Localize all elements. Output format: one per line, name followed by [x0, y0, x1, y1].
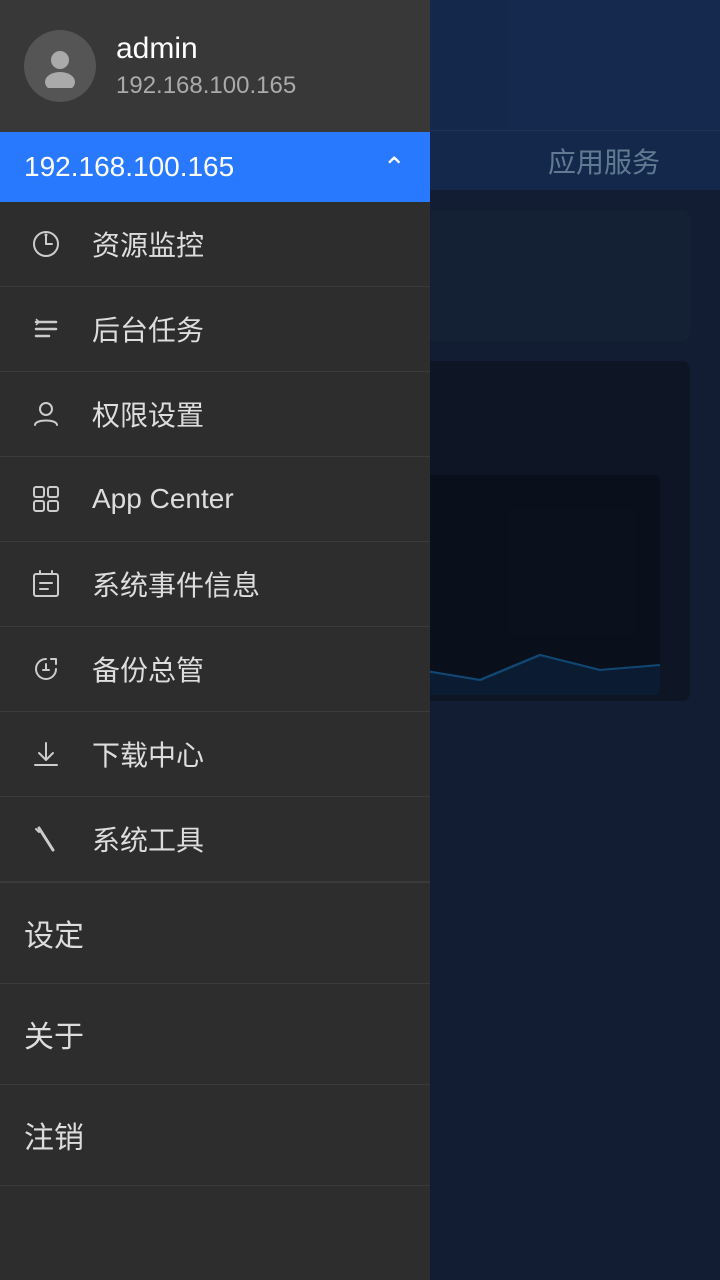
- sidebar-item-background-tasks-label: 后台任务: [92, 309, 204, 349]
- sidebar-item-system-tools[interactable]: 系统工具: [0, 797, 430, 882]
- sidebar-item-resource-monitor-label: 资源监控: [92, 224, 204, 264]
- backup-icon: [24, 647, 68, 691]
- server-ip-label: 192.168.100.165: [24, 151, 234, 183]
- sidebar-item-settings[interactable]: 设定: [0, 883, 430, 984]
- download-icon: [24, 732, 68, 776]
- apps-icon: [24, 477, 68, 521]
- sidebar-item-backup-label: 备份总管: [92, 649, 204, 689]
- sidebar-item-resource-monitor[interactable]: 资源监控: [0, 202, 430, 287]
- tasks-icon: [24, 307, 68, 351]
- clock-icon: [24, 222, 68, 266]
- sidebar-item-about-label: 关于: [24, 1021, 84, 1054]
- sidebar-item-about[interactable]: 关于: [0, 984, 430, 1085]
- sidebar-item-system-events-label: 系统事件信息: [92, 564, 260, 604]
- user-name: admin: [116, 32, 296, 66]
- chevron-up-icon: ⌃: [383, 151, 406, 184]
- avatar: [24, 30, 96, 102]
- sidebar-item-app-center[interactable]: App Center: [0, 457, 430, 542]
- menu-list: 资源监控 后台任务 权限设置: [0, 202, 430, 1280]
- sidebar-item-download[interactable]: 下载中心: [0, 712, 430, 797]
- events-icon: [24, 562, 68, 606]
- user-info: admin 192.168.100.165: [116, 32, 296, 100]
- sidebar-item-download-label: 下载中心: [92, 734, 204, 774]
- person-icon: [24, 392, 68, 436]
- sidebar-item-backup[interactable]: 备份总管: [0, 627, 430, 712]
- sidebar-item-permissions[interactable]: 权限设置: [0, 372, 430, 457]
- sidebar-item-system-events[interactable]: 系统事件信息: [0, 542, 430, 627]
- sidebar-item-permissions-label: 权限设置: [92, 394, 204, 434]
- sidebar-item-background-tasks[interactable]: 后台任务: [0, 287, 430, 372]
- tools-icon: [24, 817, 68, 861]
- server-selector[interactable]: 192.168.100.165 ⌃: [0, 132, 430, 202]
- sidebar-item-logout[interactable]: 注销: [0, 1085, 430, 1186]
- sidebar-item-settings-label: 设定: [24, 920, 84, 953]
- user-header: admin 192.168.100.165: [0, 0, 430, 132]
- user-ip-display: 192.168.100.165: [116, 72, 296, 100]
- sidebar-item-system-tools-label: 系统工具: [92, 819, 204, 859]
- sidebar-item-logout-label: 注销: [24, 1122, 84, 1155]
- bottom-menu: 设定 关于 注销: [0, 882, 430, 1186]
- sidebar-drawer: admin 192.168.100.165 192.168.100.165 ⌃ …: [0, 0, 430, 1280]
- sidebar-item-app-center-label: App Center: [92, 483, 234, 515]
